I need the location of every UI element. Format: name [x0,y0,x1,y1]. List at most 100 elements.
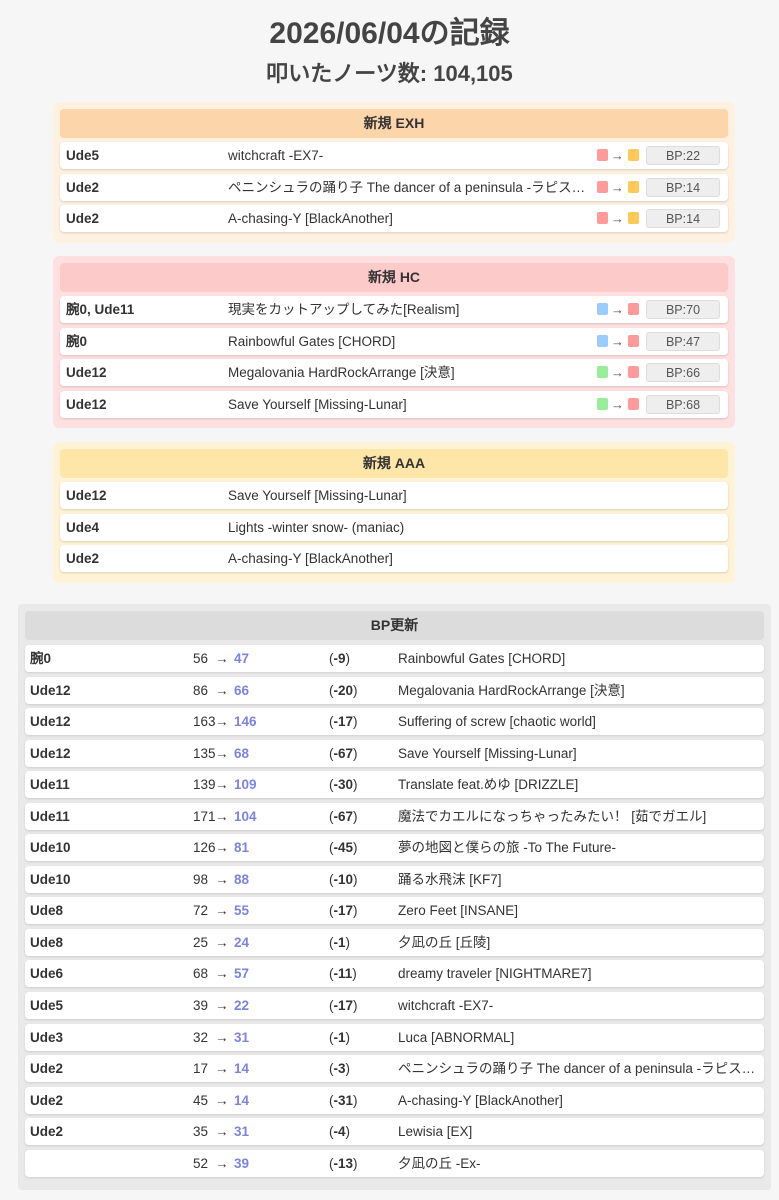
record-row[interactable]: Ude5 witchcraft -EX7- → BP:22 [60,142,728,169]
bp-row[interactable]: Ude8 72 → 55 (-17) Zero Feet [INSANE] [25,897,764,925]
song-title: A-chasing-Y [BlackAnother] [228,211,393,226]
diff-value: -10 [333,871,354,887]
diff-close: ) [353,871,358,887]
level-label: Ude12 [66,365,107,380]
diff-close: ) [345,651,351,666]
record-row[interactable]: Ude4 Lights -winter snow- (maniac) [60,513,728,541]
level-label: Ude12 [66,396,107,412]
record-row[interactable]: 腕0 Rainbowful Gates [CHORD] → BP:47 [60,327,728,355]
new-bp: 88 [234,871,250,887]
diff-value: -17 [333,714,354,730]
bp-diff: (-11) [329,960,357,987]
level-label: 腕0 [30,651,52,666]
old-bp: 86 [193,682,209,698]
arrow-icon: → [215,714,229,730]
arrow-icon: → [611,396,624,412]
section-header: BP更新 [25,611,764,640]
old-bp: 39 [193,998,209,1014]
level-label: Ude2 [66,211,100,226]
arrow-icon: → [215,1155,229,1171]
bp-row[interactable]: Ude12 86 → 66 (-20) Megalovania HardRockArran… [25,676,764,704]
song-title: Save Yourself [Missing-Lunar] [228,488,407,503]
bp-row[interactable]: Ude5 39 → 22 (-17) witchcraft -EX7- [25,992,764,1020]
new-bp: 55 [234,903,250,919]
arrow-icon: → [215,682,229,698]
diff-value: -45 [333,840,354,856]
level-label: 腕0 [66,333,88,349]
diff-close: ) [353,808,358,824]
song-title: 現実をカットアップしてみた[Realism] [228,302,460,317]
bp-row[interactable]: Ude2 45 → 14 (-31) A-chasing-Y [BlackAnother] [25,1086,764,1114]
old-bp: 32 [193,1029,209,1045]
record-row[interactable]: Ude12 Save Yourself [Missing-Lunar] [60,482,728,509]
diff-close: ) [353,745,358,761]
diff-close: ) [353,998,358,1014]
level-label: Ude12 [30,682,71,698]
song-title: 魔法でカエルになっちゃったみたい！ [茹でガエル] [398,808,707,824]
new-bp: 22 [234,998,250,1014]
new-bp: 57 [234,966,250,982]
bp-badge: BP:14 [646,177,720,197]
new-bp: 31 [234,1124,250,1140]
old-bp: 52 [193,1155,209,1171]
record-row[interactable]: 腕0, Ude11 現実をカットアップしてみた[Realism] → BP:70 [60,296,728,323]
bp-row[interactable]: Ude2 17 → 14 (-3) ペニンシュラの踊り子 The dancer of a … [25,1055,764,1083]
bp-diff: (-3) [329,1055,350,1082]
diff-value: -9 [333,651,346,666]
new-bp: 39 [234,1155,250,1171]
new-lamp-icon [628,303,639,315]
record-row[interactable]: Ude12 Megalovania HardRockArrange [決意] → BP… [60,359,728,386]
bp-row[interactable]: 52 → 39 (-13) 夕凪の丘 -Ex- [25,1149,764,1177]
new-lamp-icon [628,149,639,161]
arrow-icon: → [215,934,229,950]
song-title: A-chasing-Y [BlackAnother] [228,551,393,566]
bp-diff: (-67) [329,740,358,767]
bp-row[interactable]: Ude8 25 → 24 (-1) 夕凪の丘 [丘陵] [25,928,764,956]
level-label: Ude12 [30,714,71,730]
old-bp: 56 [193,651,209,666]
diff-value: -30 [333,777,354,793]
song-title: 夕凪の丘 [丘陵] [398,934,491,950]
old-lamp-icon [597,180,608,193]
diff-value: -3 [333,1061,346,1077]
record-row[interactable]: Ude2 ペニンシュラの踊り子 The dancer of a peninsula… [60,173,728,201]
record-row[interactable]: Ude2 A-chasing-Y [BlackAnother] → BP:14 [60,205,728,232]
old-bp: 126 [193,840,216,856]
bp-row[interactable]: Ude10 126 → 81 (-45) 夢の地図と僕らの旅 -To The Future… [25,834,764,862]
bp-row[interactable]: Ude10 98 → 88 (-10) 踊る水飛沫 [KF7] [25,865,764,893]
diff-close: ) [353,682,358,698]
bp-diff: (-13) [329,1150,358,1177]
bp-row[interactable]: Ude3 32 → 31 (-1) Luca [ABNORMAL] [25,1023,764,1051]
level-label: Ude8 [30,934,64,950]
old-lamp-icon [597,212,608,224]
old-lamp-icon [597,366,608,378]
bp-diff: (-67) [329,803,358,830]
level-label: Ude10 [30,840,71,856]
bp-row[interactable]: Ude11 139 → 109 (-30) Translate feat.めゆ [DRIZ… [25,771,764,799]
record-row[interactable]: Ude12 Save Yourself [Missing-Lunar] → BP:68 [60,390,728,418]
arrow-icon: → [215,903,229,919]
bp-row[interactable]: Ude6 68 → 57 (-11) dreamy traveler [NIGHTMARE… [25,960,764,988]
bp-diff: (-17) [329,992,358,1019]
bp-row[interactable]: Ude12 135 → 68 (-67) Save Yourself [Missing-L… [25,739,764,767]
level-label: Ude11 [30,808,70,824]
bp-row[interactable]: Ude12 163 → 146 (-17) Suffering of screw [cha… [25,708,764,736]
bp-row[interactable]: Ude2 35 → 31 (-4) Lewisia [EX] [25,1118,764,1146]
bp-row[interactable]: 腕0 56 → 47 (-9) Rainbowful Gates [CHORD] [25,645,764,672]
song-title: Rainbowful Gates [CHORD] [398,651,566,666]
level-label: Ude2 [30,1092,64,1108]
level-label: Ude2 [66,179,100,195]
level-label: 腕0, Ude11 [66,302,135,317]
bp-row[interactable]: Ude11 171 → 104 (-67) 魔法でカエルになっちゃったみたい！ [茹でガエ… [25,802,764,830]
new-bp: 68 [234,745,250,761]
old-bp: 98 [193,871,209,887]
diff-close: ) [345,1124,351,1140]
diff-value: -67 [333,808,354,824]
old-bp: 35 [193,1124,209,1140]
new-lamp-icon [628,212,639,224]
new-bp: 109 [234,777,257,793]
record-row[interactable]: Ude2 A-chasing-Y [BlackAnother] [60,545,728,572]
arrow-icon: → [611,302,624,317]
level-label: Ude12 [66,488,107,503]
old-bp: 45 [193,1092,209,1108]
